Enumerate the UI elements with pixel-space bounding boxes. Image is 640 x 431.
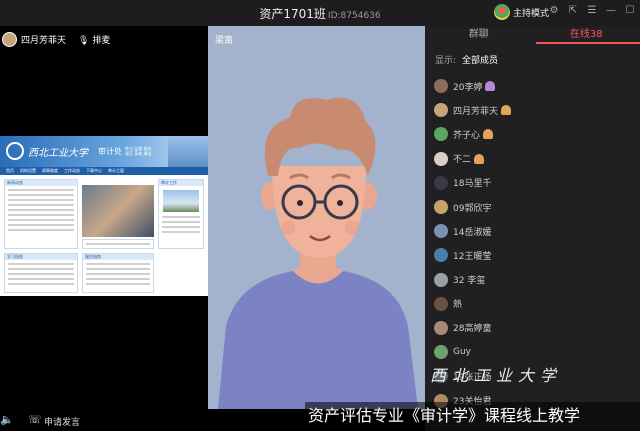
role-badge-icon bbox=[483, 129, 494, 140]
room-id: ID:8754636 bbox=[327, 11, 381, 21]
role-badge-icon bbox=[501, 105, 512, 116]
presenter-avatar bbox=[2, 32, 17, 47]
web-section: 新闻动态 bbox=[4, 179, 78, 249]
web-section: 学习园地 bbox=[4, 253, 78, 293]
speaker-icon[interactable]: 🔈 bbox=[0, 413, 14, 426]
member-row[interactable]: 28高婷童 bbox=[434, 316, 511, 340]
university-logo-icon bbox=[6, 142, 24, 160]
member-filter[interactable]: 显示: 全部成员 bbox=[435, 53, 498, 66]
member-avatar bbox=[434, 151, 448, 166]
web-nav-item: 首页 bbox=[6, 168, 14, 173]
member-row[interactable]: 芥子心 bbox=[434, 122, 511, 146]
title-bar: 资产1701班ID:8754636 主持模式 ⚙ ⇱ ☰ — ☐ ✕ bbox=[0, 0, 640, 26]
building-image bbox=[168, 136, 208, 167]
web-school-name: 西北工业大学 bbox=[28, 148, 88, 159]
tab-group-chat[interactable]: 群聊 bbox=[425, 26, 533, 44]
member-avatar bbox=[434, 248, 448, 263]
member-avatar bbox=[434, 200, 448, 215]
queue-mic-button[interactable]: 🎙 排麦 bbox=[78, 33, 110, 46]
member-row[interactable]: 09郭欣宇 bbox=[434, 195, 511, 219]
member-name: 28高婷童 bbox=[453, 324, 492, 335]
settings-icon[interactable]: ⚙ bbox=[548, 5, 560, 17]
member-name: 四月芳菲天 bbox=[453, 106, 499, 117]
member-row[interactable]: 32 李玺 bbox=[434, 268, 511, 292]
building-photo bbox=[163, 190, 199, 212]
room-name: 资产1701班 bbox=[259, 7, 326, 21]
web-nav-item: 工作动态 bbox=[64, 168, 80, 173]
member-name: 14岳淑媛 bbox=[453, 227, 492, 238]
web-nav-item: 机构设置 bbox=[20, 168, 36, 173]
news-photo bbox=[82, 185, 154, 237]
web-section: 服务指南 bbox=[82, 253, 154, 293]
menu-icon[interactable]: ☰ bbox=[586, 5, 598, 17]
web-section-title: 服务指南 bbox=[83, 254, 153, 260]
news-caption bbox=[82, 239, 154, 249]
member-avatar bbox=[434, 320, 448, 335]
member-row[interactable]: 四月芳菲天 bbox=[434, 98, 512, 122]
teacher-name: 梁甯 bbox=[215, 36, 234, 46]
active-tab-indicator bbox=[536, 42, 640, 44]
phone-icon: ☏ bbox=[28, 413, 42, 426]
role-badge-icon bbox=[474, 153, 485, 164]
member-name: 20李婷 bbox=[453, 82, 483, 93]
mic-icon: 🎙 bbox=[78, 36, 90, 46]
web-section: 审计工作 bbox=[158, 179, 204, 249]
member-name: 12王暖莹 bbox=[453, 251, 492, 262]
member-avatar bbox=[434, 103, 448, 118]
member-row[interactable]: 不二 bbox=[434, 147, 511, 171]
member-avatar bbox=[434, 79, 448, 94]
member-name: 不二 bbox=[453, 155, 472, 166]
minimize-icon[interactable]: — bbox=[605, 5, 617, 17]
member-name: 熱 bbox=[453, 300, 463, 311]
subtitle-caption: 资产评估专业《审计学》课程线上教学 bbox=[305, 402, 640, 431]
web-slogan: 依法 监督 服务 规范 高效 廉洁 bbox=[125, 146, 152, 156]
member-name: 18马里千 bbox=[453, 179, 492, 190]
member-avatar bbox=[434, 345, 448, 360]
member-name: Guy bbox=[453, 347, 472, 358]
member-row[interactable]: 熱 bbox=[434, 292, 511, 316]
member-avatar bbox=[434, 296, 448, 311]
popout-icon[interactable]: ⇱ bbox=[567, 5, 579, 17]
web-nav-item: 下载中心 bbox=[86, 168, 102, 173]
member-name: 芥子心 bbox=[453, 130, 481, 141]
watermark-text: 西北工业大学 bbox=[430, 366, 563, 385]
member-row[interactable]: 20李婷 bbox=[434, 74, 511, 98]
member-row[interactable]: 18马里千 bbox=[434, 171, 511, 195]
member-name: 32 李玺 bbox=[453, 276, 486, 287]
host-avatar[interactable] bbox=[494, 4, 510, 20]
filter-value[interactable]: 全部成员 bbox=[462, 56, 498, 66]
web-nav-item: 审计之窗 bbox=[108, 168, 124, 173]
web-dept-name: 审计处 bbox=[98, 147, 122, 156]
teacher-illustration bbox=[218, 97, 418, 409]
shared-webpage: 西北工业大学 审计处 依法 监督 服务 规范 高效 廉洁 首页 机构设置 规章制… bbox=[0, 136, 208, 296]
member-row[interactable]: Guy bbox=[434, 340, 511, 364]
web-section-title: 新闻动态 bbox=[5, 180, 77, 186]
web-slogan-line: 规范 高效 廉洁 bbox=[125, 151, 152, 156]
member-name: 09郭欣宇 bbox=[453, 203, 492, 214]
member-avatar bbox=[434, 272, 448, 287]
web-section-title: 学习园地 bbox=[5, 254, 77, 260]
presenter-name: 四月芳菲天 bbox=[21, 36, 67, 46]
screen-share-panel: 四月芳菲天 🎙 排麦 西北工业大学 审计处 依法 监督 服务 规范 高效 廉洁 … bbox=[0, 26, 208, 409]
web-banner: 西北工业大学 审计处 依法 监督 服务 规范 高效 廉洁 bbox=[0, 136, 208, 167]
filter-label: 显示: bbox=[435, 56, 457, 66]
web-section-title: 审计工作 bbox=[159, 180, 203, 186]
web-nav: 首页 机构设置 规章制度 工作动态 下载中心 审计之窗 bbox=[0, 167, 208, 175]
member-row[interactable]: 12王暖莹 bbox=[434, 243, 511, 267]
teacher-video: 梁甯 bbox=[208, 26, 425, 409]
maximize-icon[interactable]: ☐ bbox=[624, 5, 636, 17]
member-avatar bbox=[434, 127, 448, 142]
web-nav-item: 规章制度 bbox=[42, 168, 58, 173]
web-body: 新闻动态 审计工作 学习园地 服务指南 bbox=[0, 175, 208, 296]
queue-mic-label: 排麦 bbox=[92, 36, 111, 46]
role-badge-icon bbox=[485, 81, 496, 92]
apply-speak-button[interactable]: 申请发言 bbox=[44, 415, 80, 428]
host-mode-label[interactable]: 主持模式 bbox=[513, 6, 549, 19]
member-avatar bbox=[434, 175, 448, 190]
member-avatar bbox=[434, 224, 448, 239]
member-row[interactable]: 14岳淑媛 bbox=[434, 219, 511, 243]
